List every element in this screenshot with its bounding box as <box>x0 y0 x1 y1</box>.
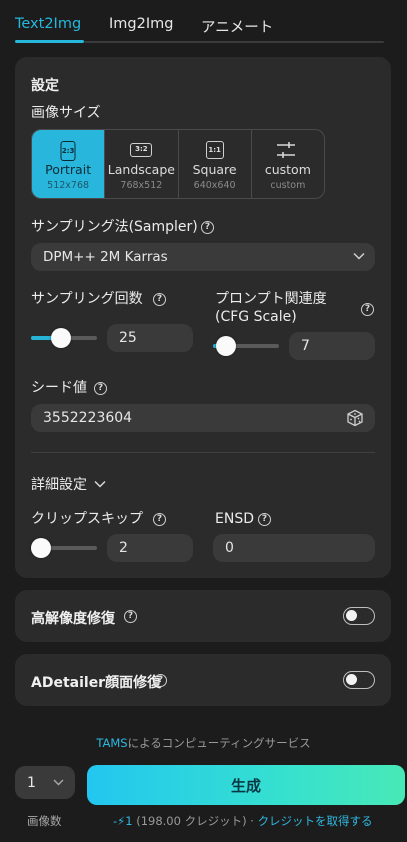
size-option-square[interactable]: 1:1 Square 640x640 <box>177 130 251 198</box>
toggle-knob <box>346 610 357 621</box>
adetailer-label: ADetailer顔面修復 <box>31 675 162 691</box>
sampler-value: DPM++ 2M Karras <box>43 249 168 265</box>
toggle-knob <box>346 674 357 685</box>
image-size-label: 画像サイズ <box>31 105 101 121</box>
adetailer-toggle[interactable] <box>343 671 375 689</box>
advanced-settings-label: 詳細設定 <box>31 477 87 493</box>
steps-label: サンプリング回数 <box>31 291 143 307</box>
size-option-custom[interactable]: custom custom <box>250 130 324 198</box>
clip-skip-label: クリップスキップ <box>31 511 143 527</box>
generate-button[interactable]: 生成 <box>87 765 405 805</box>
size-option-dims: 512x768 <box>47 180 90 191</box>
active-tab-indicator <box>15 40 84 43</box>
seed-input[interactable]: 3552223604 <box>31 404 375 432</box>
image-count-label: 画像数 <box>27 814 62 828</box>
clip-skip-slider-handle[interactable] <box>30 538 51 558</box>
settings-title: 設定 <box>31 78 59 94</box>
help-icon[interactable]: ? <box>124 610 137 623</box>
help-icon[interactable]: ? <box>94 382 107 395</box>
cfg-label: プロンプト関連度 <box>215 291 327 307</box>
hires-fix-toggle[interactable] <box>343 607 375 625</box>
provider-text: によるコンピューティングサービス <box>127 736 311 750</box>
size-option-dims: custom <box>270 180 306 191</box>
help-icon[interactable]: ? <box>154 674 167 687</box>
image-count-select[interactable]: 1 <box>15 766 75 799</box>
help-icon[interactable]: ? <box>153 513 166 526</box>
size-option-dims: 640x640 <box>193 180 236 191</box>
chevron-down-icon <box>94 480 106 488</box>
get-credits-link[interactable]: クレジットを取得する <box>258 814 373 828</box>
ensd-value: 0 <box>225 540 234 556</box>
seed-label: シード値 <box>31 380 87 396</box>
clip-skip-slider[interactable] <box>30 538 97 558</box>
credit-info: -⚡1 (198.00 クレジット) · クレジットを取得する <box>113 813 373 829</box>
clip-skip-input[interactable]: 2 <box>107 534 193 562</box>
cfg-value: 7 <box>301 338 310 354</box>
size-option-name: custom <box>264 162 311 177</box>
size-option-landscape[interactable]: 3:2 Landscape 768x512 <box>104 130 177 198</box>
compute-provider-note: TAMSによるコンピューティングサービス <box>0 735 407 751</box>
steps-slider[interactable] <box>31 328 97 348</box>
square-ratio-icon: 1:1 <box>205 141 224 159</box>
tab-divider <box>84 41 384 43</box>
clip-skip-value: 2 <box>119 540 128 556</box>
sampler-select[interactable]: DPM++ 2M Karras <box>31 243 375 271</box>
credit-cost: 1 <box>125 814 133 828</box>
image-size-selector: 2:3 Portrait 512x768 3:2 Landscape 768x5… <box>31 129 325 199</box>
size-option-name: Square <box>192 162 237 177</box>
ensd-label: ENSD <box>215 511 254 527</box>
help-icon[interactable]: ? <box>201 221 214 234</box>
sliders-icon <box>276 142 295 158</box>
tab-text2img[interactable]: Text2Img <box>15 16 81 32</box>
size-option-dims: 768x512 <box>120 180 163 191</box>
size-option-name: Landscape <box>107 162 175 177</box>
cfg-label-sub: (CFG Scale) <box>215 309 297 325</box>
tab-img2img[interactable]: Img2Img <box>109 16 173 32</box>
tab-animate[interactable]: アニメート <box>201 16 273 37</box>
advanced-settings-toggle[interactable]: 詳細設定 <box>31 474 106 494</box>
help-icon[interactable]: ? <box>361 303 374 316</box>
dice-icon[interactable] <box>346 409 364 427</box>
size-option-name: Portrait <box>45 162 92 177</box>
steps-slider-handle[interactable] <box>50 328 71 348</box>
chevron-down-icon <box>353 252 365 260</box>
generate-label: 生成 <box>230 776 261 795</box>
image-count-value: 1 <box>27 774 36 791</box>
steps-value: 25 <box>119 330 137 346</box>
portrait-ratio-icon: 2:3 <box>60 141 76 161</box>
help-icon[interactable]: ? <box>153 293 166 306</box>
help-icon[interactable]: ? <box>258 513 271 526</box>
size-option-portrait[interactable]: 2:3 Portrait 512x768 <box>32 130 105 198</box>
sampler-label: サンプリング法(Sampler) <box>31 219 198 235</box>
cfg-input[interactable]: 7 <box>289 332 375 360</box>
chevron-down-icon <box>53 779 64 786</box>
credit-balance: (198.00 クレジット) · <box>136 814 254 828</box>
ensd-input[interactable]: 0 <box>213 534 375 562</box>
landscape-ratio-icon: 3:2 <box>130 143 153 157</box>
cfg-slider[interactable] <box>213 336 279 356</box>
section-divider <box>31 452 375 453</box>
steps-input[interactable]: 25 <box>107 324 193 352</box>
provider-brand-link[interactable]: TAMS <box>96 736 127 750</box>
hires-fix-label: 高解像度修復 <box>31 611 115 627</box>
seed-value: 3552223604 <box>43 410 133 426</box>
